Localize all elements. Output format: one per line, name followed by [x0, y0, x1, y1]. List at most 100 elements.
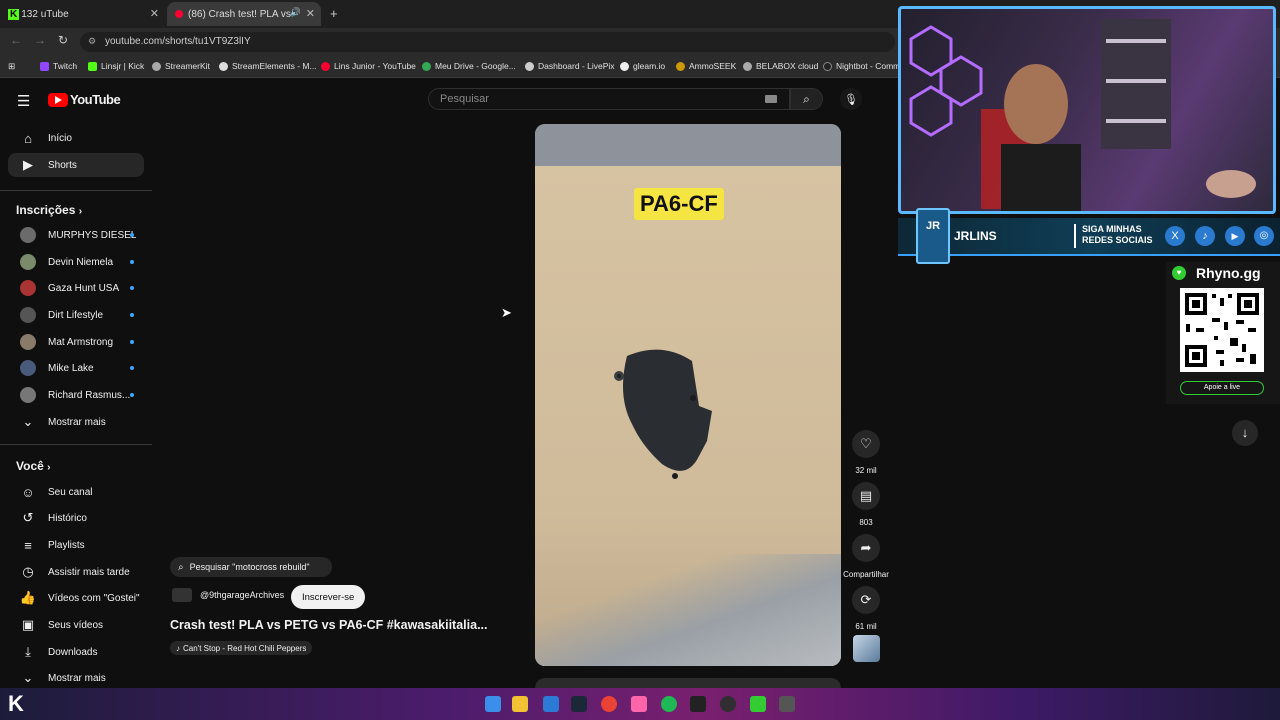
next-short-button[interactable]: ↓: [1232, 420, 1258, 446]
sidebar-subscription[interactable]: Devin Niemela: [8, 250, 144, 274]
sidebar-subscription[interactable]: Richard Rasmus...: [8, 383, 144, 407]
address-bar[interactable]: ⚙ youtube.com/shorts/tu1VT9Z3lIY: [80, 32, 895, 52]
bookmark-belabox[interactable]: BELABOX cloud: [743, 61, 818, 71]
sidebar-item-playlists[interactable]: ≡ Playlists: [8, 533, 144, 557]
sidebar-item-downloads[interactable]: ⤓ Downloads: [8, 640, 144, 664]
home-icon: ⌂: [24, 130, 32, 146]
youtube-icon: [321, 61, 330, 71]
bookmark-gleam[interactable]: gleam.io: [620, 61, 665, 71]
globe-icon: [743, 61, 752, 71]
channel-info[interactable]: @9thgarageArchives: [172, 588, 284, 602]
download-icon: ⤓: [25, 644, 31, 659]
sidebar-item-liked-videos[interactable]: 👍 Vídeos com "Gostei": [8, 586, 144, 610]
mouse-cursor-icon: ➤: [501, 305, 512, 320]
steam-icon[interactable]: [571, 696, 587, 712]
show-more-you[interactable]: ⌄ Mostrar mais: [8, 666, 144, 690]
spotify-icon[interactable]: [661, 696, 677, 712]
sidebar-item-your-videos[interactable]: ▣ Seus vídeos: [8, 613, 144, 637]
like-action[interactable]: ♡ 32 mil: [852, 430, 880, 475]
bookmark-kick[interactable]: Linsjr | Kick: [88, 61, 144, 71]
you-heading[interactable]: Você ›: [16, 459, 50, 473]
show-more-subscriptions[interactable]: ⌄ Mostrar mais: [8, 410, 144, 434]
windows-start-icon[interactable]: [485, 696, 501, 712]
tab-title: (86) Crash test! PLA vs PETG: [188, 8, 293, 20]
channel-avatar: [172, 588, 192, 602]
app-icon[interactable]: [779, 696, 795, 712]
streamelements-icon: [219, 61, 228, 71]
remix-icon[interactable]: ⟳: [852, 586, 880, 614]
share-action[interactable]: ➦ Compartilhar: [843, 534, 889, 579]
next-short-preview[interactable]: [535, 678, 841, 688]
search-button[interactable]: ⌕: [790, 88, 823, 110]
remix-action[interactable]: ⟳ 61 mil: [852, 586, 880, 631]
app-icon[interactable]: [750, 696, 766, 712]
youtube-logo[interactable]: YouTube: [48, 92, 121, 107]
new-tab-button[interactable]: +: [330, 6, 338, 21]
video-title[interactable]: Crash test! PLA vs PETG vs PA6-CF #kawas…: [170, 618, 488, 632]
sidebar-item-watch-later[interactable]: ◷ Assistir mais tarde: [8, 560, 144, 584]
site-info-icon[interactable]: ⚙: [88, 36, 96, 47]
back-icon[interactable]: ←: [10, 33, 22, 47]
youtube-logo-icon: [48, 92, 68, 107]
nightbot-icon: [823, 61, 832, 71]
tab-youtube[interactable]: (86) Crash test! PLA vs PETG 🔊 ✕: [167, 2, 321, 26]
new-content-dot: [130, 286, 134, 290]
sidebar-item-historico[interactable]: ↺ Histórico: [8, 506, 144, 530]
kick-watermark-icon: K: [8, 691, 24, 716]
ammoseek-icon: [676, 61, 685, 71]
sidebar-subscription[interactable]: Gaza Hunt USA: [8, 276, 144, 300]
close-icon[interactable]: ✕: [306, 7, 315, 20]
apps-icon[interactable]: ⊞: [8, 61, 15, 72]
file-explorer-icon[interactable]: [512, 696, 528, 712]
comments-action[interactable]: ▤ 803: [852, 482, 880, 527]
sidebar-subscription[interactable]: MURPHYS DIESEL: [8, 223, 144, 247]
obs-icon[interactable]: [720, 696, 736, 712]
app-icon[interactable]: [631, 696, 647, 712]
terminal-icon[interactable]: [690, 696, 706, 712]
new-content-dot: [130, 260, 134, 264]
divider: [0, 444, 152, 445]
edge-icon[interactable]: [543, 696, 559, 712]
short-video-player[interactable]: PA6-CF: [535, 124, 841, 666]
bookmark-streamerkit[interactable]: StreamerKit: [152, 61, 210, 71]
close-icon[interactable]: ✕: [150, 7, 159, 20]
subscriptions-heading[interactable]: Inscrições ›: [16, 203, 82, 217]
sound-thumbnail[interactable]: [853, 635, 880, 662]
bookmark-livepix[interactable]: Dashboard - LivePix: [525, 61, 615, 71]
forward-icon[interactable]: →: [34, 33, 46, 47]
sidebar-subscription[interactable]: Mat Armstrong: [8, 330, 144, 354]
sidebar-item-shorts[interactable]: ▶ Shorts: [8, 153, 144, 177]
video-table-edge: [535, 554, 841, 666]
search-icon: ⌕: [803, 91, 810, 106]
share-icon[interactable]: ➦: [852, 534, 880, 562]
mic-icon: 🎙: [844, 93, 858, 106]
bookmark-drive[interactable]: Meu Drive - Google...: [422, 61, 516, 71]
webcam-overlay: [898, 6, 1276, 214]
reload-icon[interactable]: ↻: [58, 33, 68, 47]
sidebar-item-seu-canal[interactable]: ☺ Seu canal: [8, 480, 144, 504]
voice-search-button[interactable]: 🎙: [840, 88, 862, 110]
comment-icon[interactable]: ▤: [852, 482, 880, 510]
tiktok-icon: ♪: [1195, 226, 1215, 246]
bookmark-ammoseek[interactable]: AmmoSEEK: [676, 61, 736, 71]
bookmark-streamelements[interactable]: StreamElements - M...: [219, 61, 317, 71]
chrome-icon[interactable]: [601, 696, 617, 712]
keyboard-icon[interactable]: [765, 95, 777, 103]
music-chip[interactable]: ♪ Can't Stop - Red Hot Chili Peppers: [170, 641, 313, 655]
bookmark-twitch[interactable]: Twitch: [40, 61, 77, 71]
video-label: PA6-CF: [634, 188, 724, 220]
kick-icon: K: [8, 8, 20, 20]
sidebar-subscription[interactable]: Dirt Lifestyle: [8, 303, 144, 327]
speaker-icon[interactable]: 🔊: [290, 7, 301, 18]
search-input[interactable]: Pesquisar: [428, 88, 790, 110]
sidebar-subscription[interactable]: Mike Lake: [8, 356, 144, 380]
bookmark-nightbot[interactable]: Nightbot - Comm...: [823, 61, 907, 71]
globe-icon: [525, 61, 534, 71]
menu-icon[interactable]: ☰: [17, 92, 30, 110]
sidebar-item-inicio[interactable]: ⌂ Início: [8, 126, 144, 150]
bookmark-lins-youtube[interactable]: Lins Junior - YouTube: [321, 61, 416, 71]
tab-kick[interactable]: K 132 uTube ✕: [0, 2, 165, 26]
subscribe-button[interactable]: Inscrever-se: [291, 585, 366, 609]
search-suggestion-chip[interactable]: ⌕ Pesquisar "motocross rebuild": [170, 557, 332, 577]
heart-icon[interactable]: ♡: [852, 430, 880, 458]
